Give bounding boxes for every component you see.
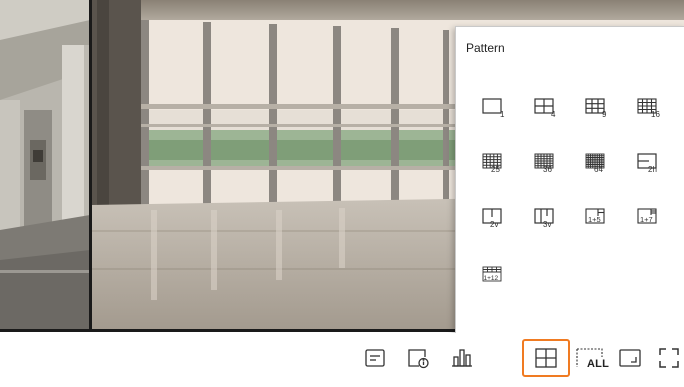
layout-9-label: 9	[602, 110, 607, 119]
pattern-title: Pattern	[466, 41, 505, 55]
layout-9-icon[interactable]: 9	[585, 97, 611, 119]
layout-1plus7-label: 1+7	[640, 215, 653, 224]
text-info-icon[interactable]	[362, 345, 388, 371]
camera-pane-left[interactable]	[0, 0, 90, 331]
layout-pattern-button[interactable]	[522, 339, 570, 377]
layout-1plus5-label: 1+5	[588, 215, 601, 224]
layout-4-label: 4	[551, 110, 556, 119]
layout-2h-icon[interactable]: 2h	[637, 152, 663, 174]
layout-pattern-icon	[535, 348, 557, 368]
bottom-toolbar: ALL	[0, 333, 684, 387]
camera-info-icon[interactable]	[405, 345, 431, 371]
layout-1plus7-icon[interactable]: 1+7	[637, 207, 663, 229]
layout-16-label: 16	[651, 110, 660, 119]
layout-1plus12-label: 1+12	[484, 275, 499, 282]
layout-36-label: 36	[543, 165, 552, 174]
video-viewer: Pattern 1 4 9 16 25 36 64 2h 2v 3v 1+5 1…	[0, 0, 684, 333]
layout-1-icon[interactable]: 1	[482, 97, 508, 119]
layout-64-icon[interactable]: 64	[585, 152, 611, 174]
layout-3v-icon[interactable]: 3v	[534, 207, 560, 229]
layout-16-icon[interactable]: 16	[637, 97, 663, 119]
camera-feed-garage	[0, 0, 90, 331]
fullscreen-icon[interactable]	[656, 345, 682, 371]
layout-2v-label: 2v	[490, 220, 498, 229]
layout-2v-icon[interactable]: 2v	[482, 207, 508, 229]
layout-1-label: 1	[500, 110, 505, 119]
aspect-ratio-icon[interactable]	[617, 345, 643, 371]
pane-divider	[89, 0, 92, 331]
layout-36-icon[interactable]: 36	[534, 152, 560, 174]
pattern-panel: Pattern 1 4 9 16 25 36 64 2h 2v 3v 1+5 1…	[455, 26, 684, 333]
layout-25-label: 25	[491, 165, 500, 174]
all-channels-label: ALL	[587, 358, 609, 370]
layout-3v-label: 3v	[543, 220, 551, 229]
all-channels-button[interactable]: ALL	[574, 345, 609, 373]
layout-1plus5-icon[interactable]: 1+5	[585, 207, 611, 229]
statistics-icon[interactable]	[449, 345, 475, 371]
layout-64-label: 64	[594, 165, 603, 174]
layout-4-icon[interactable]: 4	[534, 97, 560, 119]
layout-2h-label: 2h	[648, 165, 657, 174]
layout-25-icon[interactable]: 25	[482, 152, 508, 174]
layout-1plus12-icon[interactable]: 1+12	[482, 265, 508, 287]
